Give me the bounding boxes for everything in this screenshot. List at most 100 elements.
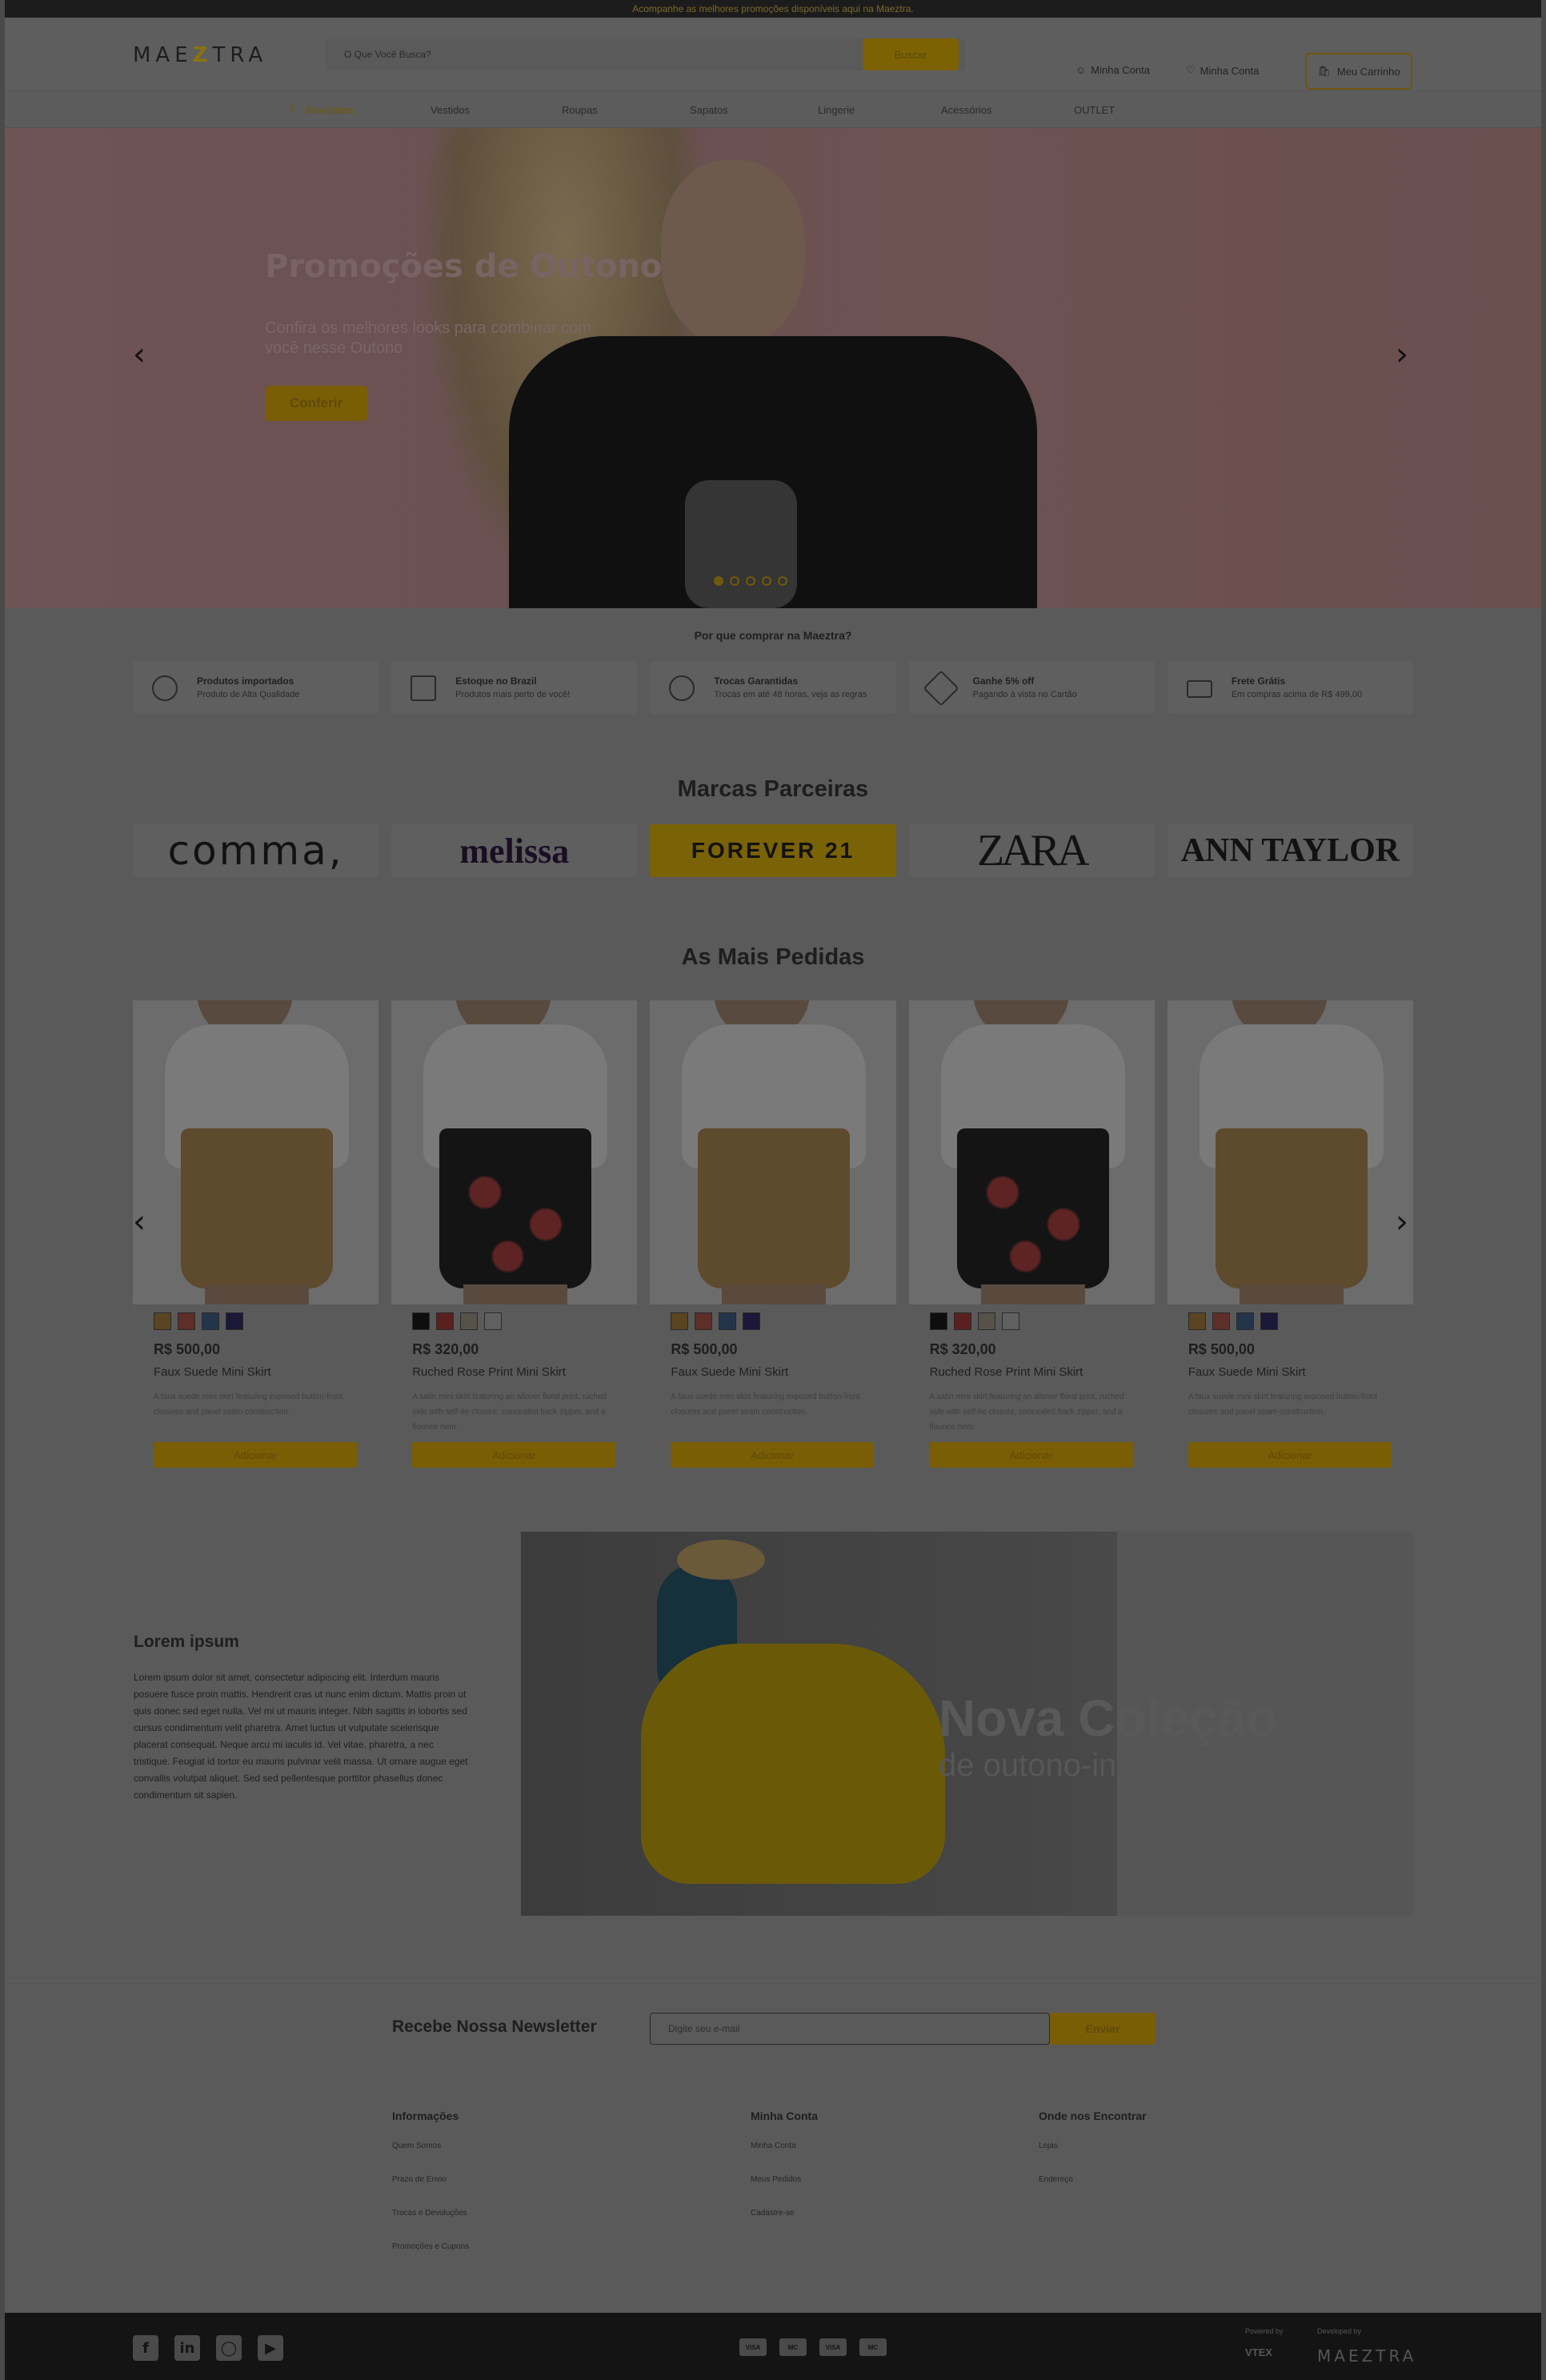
footer-column-info: Informações Quem Somos Prazo de Envio Tr…: [392, 2110, 469, 2276]
footer-link[interactable]: Meus Pedidos: [751, 2175, 818, 2209]
nav-item-vestidos[interactable]: Vestidos: [431, 104, 470, 116]
hero-dot[interactable]: [730, 576, 739, 586]
product-image[interactable]: [391, 1000, 638, 1304]
color-swatch[interactable]: [202, 1312, 219, 1330]
product-image[interactable]: [650, 1000, 896, 1304]
nav-item-roupas[interactable]: Roupas: [562, 104, 598, 116]
color-swatch[interactable]: [671, 1312, 689, 1330]
footer-link[interactable]: Promoções e Cupons: [392, 2242, 469, 2276]
powered-by-label: Powered by: [1245, 2327, 1284, 2335]
brand-melissa-logo: melissa: [459, 831, 570, 871]
product-name[interactable]: Ruched Rose Print Mini Skirt: [412, 1365, 566, 1379]
product-image[interactable]: [908, 1000, 1155, 1304]
nav-item-sapatos[interactable]: Sapatos: [690, 104, 728, 116]
nav-item-lingerie[interactable]: Lingerie: [818, 104, 855, 116]
newsletter-submit-button[interactable]: Enviar: [1050, 2013, 1155, 2045]
add-to-cart-button[interactable]: Adicionar: [1188, 1442, 1392, 1468]
color-swatch[interactable]: [1188, 1312, 1206, 1330]
color-swatch[interactable]: [1212, 1312, 1230, 1330]
color-swatch[interactable]: [460, 1312, 479, 1330]
product-card[interactable]: R$ 500,00 Faux Suede Mini Skirt A faux s…: [650, 1000, 896, 1469]
hero-dot[interactable]: [762, 576, 771, 586]
hero-dot[interactable]: [714, 576, 723, 586]
color-swatch[interactable]: [178, 1312, 195, 1330]
footer-link[interactable]: Prazo de Envio: [392, 2175, 469, 2209]
products-next-arrow-icon[interactable]: ›: [1396, 1204, 1408, 1240]
hero-cta-button[interactable]: Conferir: [265, 386, 367, 421]
add-to-cart-button[interactable]: Adicionar: [929, 1442, 1133, 1468]
benefits-bar: Produtos importados Produto de Alta Quali…: [133, 661, 1414, 714]
brand-forever21[interactable]: FOREVER 21: [650, 824, 896, 877]
footer-link[interactable]: Endereço: [1039, 2175, 1147, 2209]
newsletter-title: Recebe Nossa Newsletter: [392, 2017, 597, 2036]
product-card[interactable]: R$ 500,00 Faux Suede Mini Skirt A faux s…: [1167, 1000, 1414, 1469]
product-card[interactable]: R$ 320,00 Ruched Rose Print Mini Skirt A…: [908, 1000, 1155, 1469]
brand-melissa[interactable]: melissa: [391, 824, 638, 877]
logo[interactable]: MAEZTRA: [133, 43, 267, 67]
color-swatch[interactable]: [1236, 1312, 1254, 1330]
product-photo-legs: [722, 1284, 827, 1304]
product-image[interactable]: [1167, 1000, 1414, 1304]
product-price: R$ 320,00: [929, 1341, 996, 1357]
benefit-title: Frete Grátis: [1231, 675, 1286, 687]
add-to-cart-button[interactable]: Adicionar: [154, 1442, 357, 1468]
product-image[interactable]: [133, 1000, 379, 1304]
about-text: Lorem ipsum dolor sit amet, consectetur …: [134, 1672, 468, 1801]
product-price: R$ 500,00: [671, 1341, 738, 1357]
color-swatch[interactable]: [412, 1312, 431, 1330]
newsletter-email-input[interactable]: [650, 2013, 1050, 2045]
hero-next-arrow-icon[interactable]: ›: [1396, 336, 1408, 373]
product-price: R$ 500,00: [154, 1341, 221, 1357]
youtube-icon[interactable]: ▶: [258, 2335, 283, 2361]
color-swatch[interactable]: [1001, 1312, 1019, 1330]
product-card[interactable]: R$ 320,00 Ruched Rose Print Mini Skirt A…: [391, 1000, 638, 1469]
color-swatch[interactable]: [154, 1312, 171, 1330]
wishlist-link[interactable]: ♡ Minha Conta: [1186, 64, 1259, 77]
product-name[interactable]: Faux Suede Mini Skirt: [1188, 1365, 1306, 1379]
footer-column-title: Onde nos Encontrar: [1039, 2110, 1147, 2122]
nav-item-acessorios[interactable]: Acessórios: [941, 104, 992, 116]
product-name[interactable]: Faux Suede Mini Skirt: [154, 1365, 271, 1379]
color-swatch[interactable]: [953, 1312, 971, 1330]
search-input[interactable]: [325, 38, 869, 70]
tag-icon: [922, 670, 959, 707]
brand-zara[interactable]: ZARA: [908, 824, 1155, 877]
facebook-icon[interactable]: f: [133, 2335, 158, 2361]
color-swatch[interactable]: [1260, 1312, 1278, 1330]
product-name[interactable]: Ruched Rose Print Mini Skirt: [930, 1365, 1083, 1379]
warehouse-icon: [411, 675, 437, 701]
color-swatch[interactable]: [226, 1312, 243, 1330]
color-swatch[interactable]: [977, 1312, 995, 1330]
collection-banner[interactable]: Nova Coleção de outono-inverno: [521, 1532, 1413, 1916]
footer-link[interactable]: Quem Somos: [392, 2142, 469, 2175]
color-swatch[interactable]: [436, 1312, 455, 1330]
account-link[interactable]: ☺ Minha Conta: [1075, 64, 1150, 76]
products-prev-arrow-icon[interactable]: ‹: [133, 1204, 146, 1240]
hero-dot[interactable]: [746, 576, 755, 586]
hero-prev-arrow-icon[interactable]: ‹: [133, 336, 146, 373]
add-to-cart-button[interactable]: Adicionar: [412, 1442, 616, 1468]
footer-column-account: Minha Conta Minha Conta Meus Pedidos Cad…: [751, 2110, 818, 2242]
nav-item-novidades[interactable]: Novidades: [306, 104, 354, 116]
instagram-icon[interactable]: ◯: [216, 2335, 242, 2361]
color-swatch[interactable]: [743, 1312, 761, 1330]
footer-link[interactable]: Lojas: [1039, 2142, 1147, 2175]
color-swatches: [671, 1312, 761, 1330]
search-button[interactable]: Buscar: [863, 38, 959, 70]
color-swatch[interactable]: [695, 1312, 713, 1330]
footer-link[interactable]: Minha Conta: [751, 2142, 818, 2175]
nav-item-outlet[interactable]: OUTLET: [1074, 104, 1115, 116]
brand-anntaylor[interactable]: ANN TAYLOR: [1167, 824, 1414, 877]
brand-comma[interactable]: comma,: [133, 824, 379, 877]
product-card[interactable]: R$ 500,00 Faux Suede Mini Skirt A faux s…: [133, 1000, 379, 1469]
hero-dot[interactable]: [778, 576, 787, 586]
product-name[interactable]: Faux Suede Mini Skirt: [671, 1365, 788, 1379]
footer-link[interactable]: Cadastre-se: [751, 2209, 818, 2242]
cart-button[interactable]: 🛍 Meu Carrinho: [1305, 53, 1412, 90]
linkedin-icon[interactable]: in: [174, 2335, 200, 2361]
color-swatch[interactable]: [929, 1312, 947, 1330]
add-to-cart-button[interactable]: Adicionar: [671, 1442, 875, 1468]
color-swatch[interactable]: [484, 1312, 503, 1330]
color-swatch[interactable]: [719, 1312, 737, 1330]
footer-link[interactable]: Trocas e Devoluções: [392, 2209, 469, 2242]
